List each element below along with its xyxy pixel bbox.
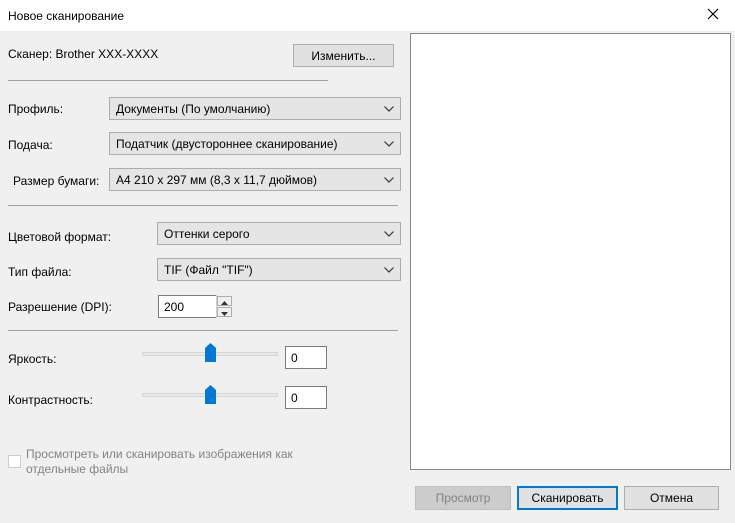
feed-label: Подача: [8,138,53,152]
separator [8,80,328,81]
separator [8,330,398,331]
brightness-label: Яркость: [8,352,57,366]
resolution-input[interactable]: 200 [158,295,217,318]
color-format-label: Цветовой формат: [8,230,112,244]
profile-value: Документы (По умолчанию) [116,101,271,116]
title-bar: Новое сканирование [0,0,735,31]
contrast-value: 0 [291,390,298,405]
chevron-down-icon [378,133,400,154]
scanner-label: Сканер: Brother XXX-XXXX [8,47,159,61]
contrast-input[interactable]: 0 [285,386,327,409]
profile-label: Профиль: [8,102,64,116]
paper-size-label: Размер бумаги: [13,174,100,188]
spin-down-button[interactable] [217,307,232,317]
cancel-button[interactable]: Отмена [624,486,719,510]
resolution-value: 200 [164,299,185,314]
chevron-down-icon [378,259,400,280]
brightness-slider-thumb[interactable] [205,343,216,365]
resolution-label: Разрешение (DPI): [8,300,112,314]
close-icon [707,8,719,23]
contrast-label: Контрастность: [8,393,94,407]
file-type-label: Тип файла: [8,265,72,279]
scan-button[interactable]: Сканировать [517,486,618,510]
chevron-down-icon [378,169,400,190]
contrast-slider-thumb[interactable] [205,385,216,407]
paper-size-value: A4 210 x 297 мм (8,3 x 11,7 дюймов) [116,172,318,187]
separator [8,205,398,206]
separate-files-checkbox[interactable] [8,455,21,468]
separate-files-label-line1: Просмотреть или сканировать изображения … [26,447,293,461]
separate-files-label-line2: отдельные файлы [26,462,129,476]
preview-button[interactable]: Просмотр [415,486,511,510]
file-type-value: TIF (Файл "TIF") [164,262,253,277]
profile-select[interactable]: Документы (По умолчанию) [109,97,401,120]
change-scanner-button[interactable]: Изменить... [293,44,394,67]
color-format-select[interactable]: Оттенки серого [157,222,401,245]
resolution-spinner[interactable] [216,295,232,318]
file-type-select[interactable]: TIF (Файл "TIF") [157,258,401,281]
paper-size-select[interactable]: A4 210 x 297 мм (8,3 x 11,7 дюймов) [109,168,401,191]
chevron-down-icon [378,223,400,244]
brightness-value: 0 [291,350,298,365]
feed-value: Податчик (двустороннее сканирование) [116,136,338,151]
chevron-down-icon [378,98,400,119]
preview-area [410,33,731,470]
close-button[interactable] [691,0,735,31]
color-format-value: Оттенки серого [164,226,250,241]
brightness-input[interactable]: 0 [285,346,327,369]
window-title: Новое сканирование [8,9,125,23]
caret-down-icon [221,305,228,319]
feed-select[interactable]: Податчик (двустороннее сканирование) [109,132,401,155]
